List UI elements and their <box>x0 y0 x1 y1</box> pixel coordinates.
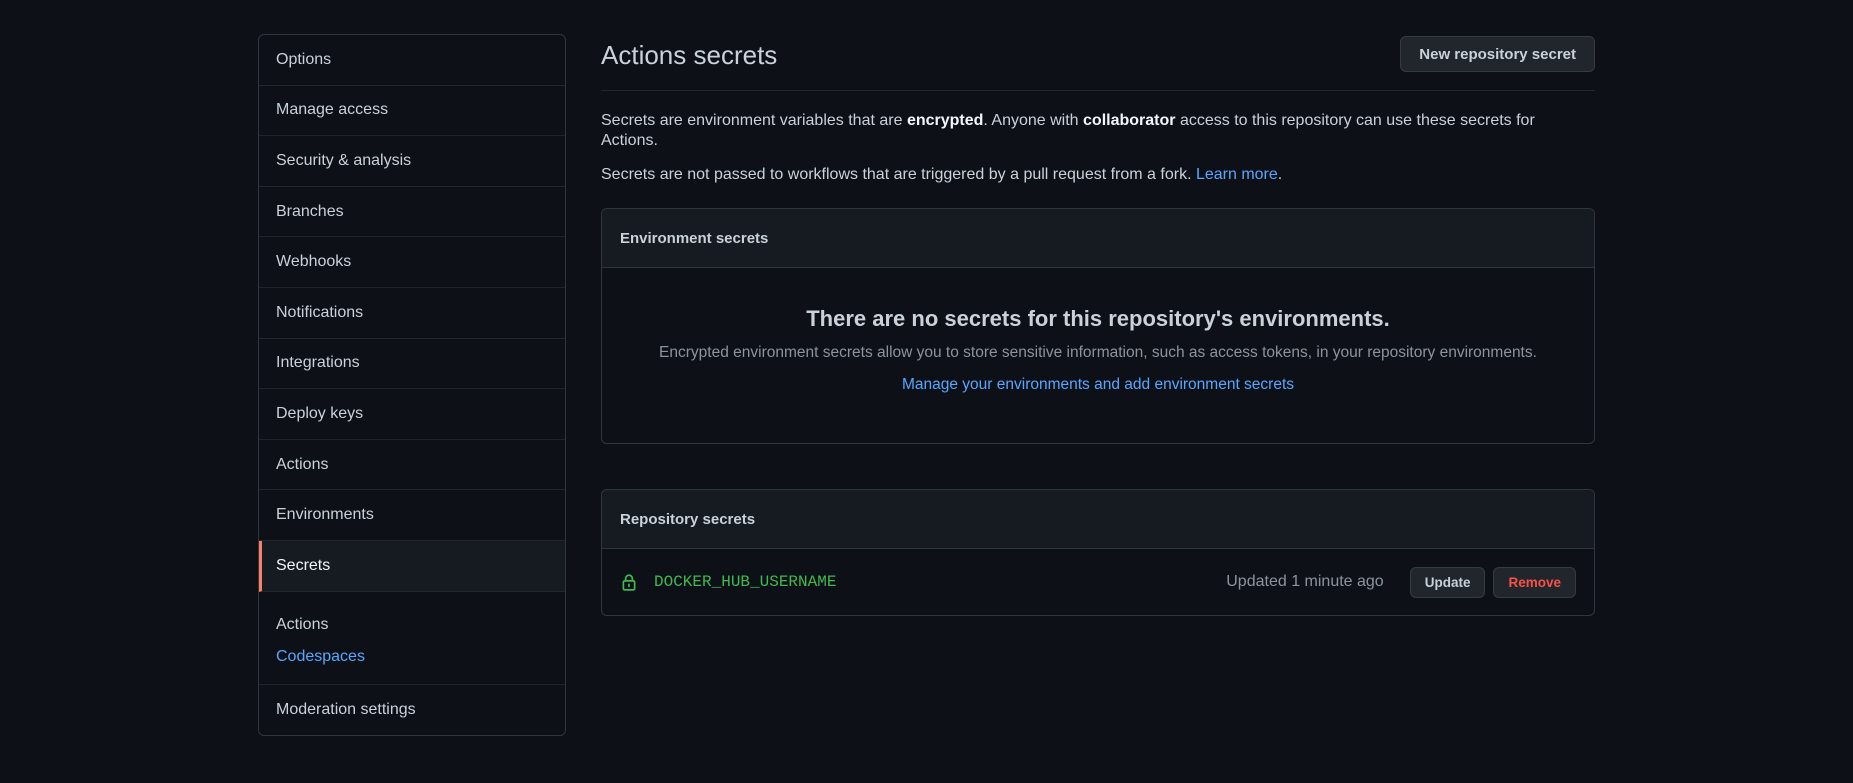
sidebar-item-options[interactable]: Options <box>259 35 565 86</box>
sidebar-item-deploy-keys[interactable]: Deploy keys <box>259 389 565 440</box>
sidebar-item-secrets[interactable]: Secrets <box>259 540 565 592</box>
main-content: Actions secrets New repository secret Se… <box>601 34 1595 616</box>
sidebar-item-integrations[interactable]: Integrations <box>259 339 565 390</box>
remove-secret-button[interactable]: Remove <box>1493 566 1576 598</box>
sidebar-item-security-analysis[interactable]: Security & analysis <box>259 136 565 187</box>
secret-name: DOCKER_HUB_USERNAME <box>654 573 837 591</box>
blankslate-title: There are no secrets for this repository… <box>806 306 1390 331</box>
fork-notice: Secrets are not passed to workflows that… <box>601 166 1283 183</box>
page-title: Actions secrets <box>601 40 778 70</box>
sidebar-item-environments[interactable]: Environments <box>259 490 565 541</box>
repository-secrets-box: Repository secrets DOCKER_HUB_USERNAME U… <box>601 489 1595 616</box>
sidebar-item-actions[interactable]: Actions <box>259 440 565 491</box>
sidebar-item-branches[interactable]: Branches <box>259 187 565 238</box>
update-secret-button[interactable]: Update <box>1409 566 1486 598</box>
sidebar-subitem-codespaces[interactable]: Codespaces <box>276 648 548 666</box>
settings-sidebar: Options Manage access Security & analysi… <box>258 34 566 737</box>
blankslate-description: Encrypted environment secrets allow you … <box>659 344 1537 361</box>
environment-secrets-heading: Environment secrets <box>602 209 1594 268</box>
environment-secrets-blankslate: There are no secrets for this repository… <box>602 268 1594 394</box>
sidebar-item-webhooks[interactable]: Webhooks <box>259 237 565 288</box>
sidebar-item-moderation-settings[interactable]: Moderation settings <box>259 685 565 736</box>
secret-updated-time: Updated 1 minute ago <box>1226 573 1384 590</box>
secret-row: DOCKER_HUB_USERNAME Updated 1 minute ago… <box>602 549 1594 615</box>
lock-icon <box>622 574 636 591</box>
environment-secrets-box: Environment secrets There are no secrets… <box>601 208 1595 444</box>
page-header: Actions secrets New repository secret <box>601 34 1595 91</box>
new-repository-secret-button[interactable]: New repository secret <box>1400 36 1595 72</box>
sidebar-subitem-actions[interactable]: Actions <box>276 616 548 634</box>
manage-environments-link[interactable]: Manage your environments and add environ… <box>902 376 1294 394</box>
sidebar-secrets-group: Actions Codespaces <box>259 592 565 685</box>
sidebar-item-notifications[interactable]: Notifications <box>259 288 565 339</box>
repository-secrets-heading: Repository secrets <box>602 490 1594 549</box>
learn-more-link[interactable]: Learn more <box>1196 166 1278 183</box>
secrets-description: Secrets are environment variables that a… <box>601 112 1535 149</box>
sidebar-item-manage-access[interactable]: Manage access <box>259 86 565 137</box>
